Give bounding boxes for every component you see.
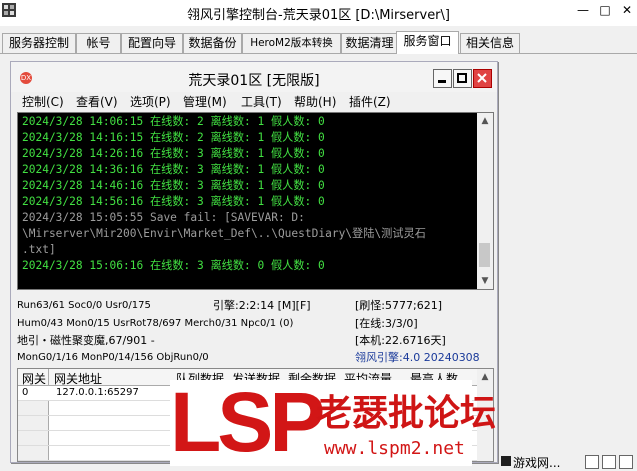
log-line: 2024/3/28 14:46:16 在线数: 3 离线数: 1 假人数: 0 [22,179,325,192]
watermark-logo: LSP [170,375,325,469]
watermark-cn: 老瑟批论坛 [316,393,497,434]
stat-run: Run63/61 Soc0/0 Usr0/175 [17,300,151,311]
menu-view[interactable]: 查看(V) [76,93,118,110]
maximize-icon[interactable] [602,455,616,469]
log-line-error: 2024/3/28 15:05:55 Save fail: [SAVEVAR: … [22,211,305,224]
maximize-button[interactable]: □ [594,1,616,19]
col-address[interactable]: 网关地址 [54,370,102,387]
log-line: 2024/3/28 14:06:15 在线数: 2 离线数: 1 假人数: 0 [22,115,325,128]
stat-refresh: [刷怪:5777;621] [355,299,442,312]
game-window-icon [501,456,511,466]
child-menubar: 控制(C) 查看(V) 选项(P) 管理(M) 工具(T) 帮助(H) 插件(Z… [11,92,497,110]
log-line-error: .txt] [22,243,56,256]
close-icon[interactable] [619,455,633,469]
stat-hum: Hum0/43 Mon0/15 UsrRot78/697 Merch0/31 N… [17,318,294,329]
child-maximize-button[interactable] [453,69,472,88]
tab-related-info[interactable]: 相关信息 [460,33,520,53]
log-console[interactable]: 2024/3/28 14:06:15 在线数: 2 离线数: 1 假人数: 0 … [17,112,494,290]
row-fixed-cell [18,401,49,415]
minimize-button[interactable]: — [572,1,594,19]
tab-data-backup[interactable]: 数据备份 [183,33,242,53]
scroll-up-icon[interactable]: ▲ [477,113,493,129]
cell-gateway-address: 127.0.0.1:65297 [56,387,139,398]
child-minimize-button[interactable] [433,69,452,88]
log-line: 2024/3/28 15:06:16 在线数: 3 离线数: 0 假人数: 0 [22,259,325,272]
main-tabs: 服务器控制 帐号 配置向导 数据备份 HeroM2版本转换 数据清理 服务窗口 … [0,31,637,54]
cell-gateway-id: 0 [22,387,29,398]
stat-online: [在线:3/3/0] [355,317,418,330]
row-fixed-cell [18,431,49,445]
close-button[interactable]: ✕ [616,1,637,19]
log-line: 2024/3/28 14:26:16 在线数: 3 离线数: 1 假人数: 0 [22,147,325,160]
minimized-window-label: 游戏网... [513,456,561,470]
stat-mong: MonG0/1/16 MonP0/14/156 ObjRun0/0 [17,352,209,363]
scroll-thumb[interactable] [479,243,490,267]
menu-control[interactable]: 控制(C) [22,93,64,110]
col-divider [48,369,49,385]
stat-map: 地引・磁性聚变魔,67/901 - [17,334,155,347]
menu-options[interactable]: 选项(P) [130,93,171,110]
menu-tools[interactable]: 工具(T) [241,93,282,110]
tab-server-control[interactable]: 服务器控制 [2,33,76,53]
menu-plugins[interactable]: 插件(Z) [349,93,391,110]
stat-engine: 引擎:2:2:14 [M][F] [213,299,311,312]
row-fixed-cell [18,446,49,460]
window-titlebar: 翎风引擎控制台-荒天录01区 [D:\Mirserver\] — □ ✕ [0,0,637,26]
tab-account[interactable]: 帐号 [76,33,121,53]
maximize-icon [457,73,467,83]
child-window-title: 荒天录01区 [无限版] [188,73,320,89]
tab-herom2-convert[interactable]: HeroM2版本转换 [242,33,341,53]
close-icon [477,73,487,83]
tab-divider [0,53,637,54]
watermark-url: www.lspm2.net [324,438,465,459]
minimize-icon [438,80,446,83]
scroll-up-icon[interactable]: ▲ [477,369,493,385]
log-lines: 2024/3/28 14:06:15 在线数: 2 离线数: 1 假人数: 0 … [22,114,472,274]
tab-data-cleanup[interactable]: 数据清理 [341,33,398,53]
stat-version: 翎风引擎:4.0 20240308 [355,351,480,364]
log-line: 2024/3/28 14:56:16 在线数: 3 离线数: 1 假人数: 0 [22,195,325,208]
child-close-button[interactable] [473,69,492,88]
child-titlebar: DX 荒天录01区 [无限版] [11,62,497,92]
log-line: 2024/3/28 14:36:16 在线数: 3 离线数: 1 假人数: 0 [22,163,325,176]
menu-manage[interactable]: 管理(M) [183,93,227,110]
tab-service-window[interactable]: 服务窗口 [396,31,459,54]
tab-config-wizard[interactable]: 配置向导 [121,33,183,53]
col-gateway[interactable]: 网关 [22,370,46,387]
window-title: 翎风引擎控制台-荒天录01区 [D:\Mirserver\] [187,8,450,23]
console-scrollbar[interactable]: ▲ ▼ [477,113,493,289]
stat-local: [本机:22.6716天] [355,334,446,347]
lsp-watermark: LSP 老瑟批论坛 www.lspm2.net [170,375,496,469]
menu-help[interactable]: 帮助(H) [294,93,336,110]
log-line: 2024/3/28 14:16:15 在线数: 2 离线数: 1 假人数: 0 [22,131,325,144]
log-line-error: \Mirserver\Mir200\Envir\Market_Def\..\Qu… [22,227,426,240]
row-fixed-cell [18,416,49,430]
scroll-down-icon[interactable]: ▼ [477,273,493,289]
restore-icon[interactable] [585,455,599,469]
minimized-window[interactable]: 游戏网... [500,452,637,470]
